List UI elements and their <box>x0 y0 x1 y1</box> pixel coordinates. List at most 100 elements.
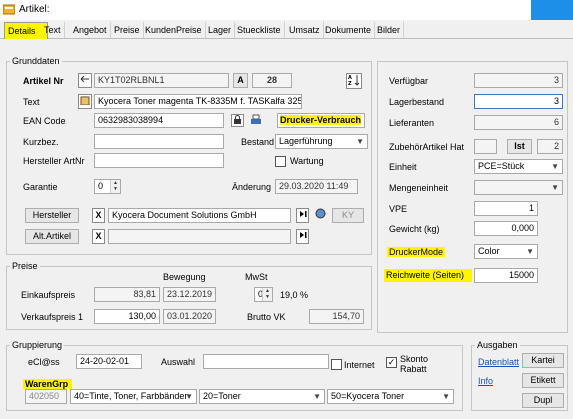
lagerbestand-field[interactable]: 3 <box>474 94 563 109</box>
reichweite-field[interactable]: 15000 <box>474 268 538 283</box>
warengrp-code-field[interactable]: 402050 <box>25 389 67 404</box>
tab-umsatz[interactable]: Umsatz <box>286 22 324 38</box>
window-title: Artikel: <box>19 4 50 15</box>
druckermode-select[interactable]: Color ▼ <box>474 244 538 259</box>
a-button[interactable]: A <box>233 73 248 88</box>
skip-forward-icon <box>299 211 306 217</box>
datenblatt-link[interactable]: Datenblatt <box>478 357 519 367</box>
verkauf-datum-field[interactable]: 03.01.2020 <box>163 309 216 324</box>
etikett-button[interactable]: Etikett <box>522 373 564 388</box>
skonto-checkbox[interactable]: ✓ <box>386 357 397 368</box>
drucker-verbrauch-field[interactable]: Drucker-Verbrauch <box>277 113 365 128</box>
einheit-label: Einheit <box>389 162 417 172</box>
chevron-down-icon: ▼ <box>551 183 559 192</box>
tab-angebot[interactable]: Angebot <box>70 22 111 38</box>
info-link[interactable]: Info <box>478 376 493 386</box>
barcode-icon[interactable] <box>231 114 244 127</box>
internet-checkbox[interactable] <box>331 359 342 370</box>
clear-hersteller-icon[interactable]: X <box>92 208 105 223</box>
sort-az-icon[interactable]: AZ <box>346 73 362 89</box>
kurzbez-field[interactable] <box>94 134 224 149</box>
verfuegbar-field[interactable]: 3 <box>474 73 563 88</box>
artikel-nr-field[interactable]: KY1T02RLBNL1 <box>94 73 229 88</box>
globe-icon[interactable] <box>314 208 327 223</box>
auswahl-field[interactable] <box>203 354 329 369</box>
tab-text[interactable]: Text <box>41 22 65 38</box>
bestand-label: Bestand <box>241 137 275 147</box>
drucker-verbrauch-text: Drucker-Verbrauch <box>280 115 362 125</box>
printer-icon[interactable] <box>249 114 262 127</box>
grunddaten-legend: Grunddaten <box>10 56 62 66</box>
chevron-down-icon: ▼ <box>526 247 534 256</box>
close-button[interactable] <box>531 0 573 20</box>
spinner-arrows-icon[interactable]: ▲ ▼ <box>262 288 272 301</box>
warengrp-select-1[interactable]: 40=Tinte, Toner, Farbbänder ▼ <box>70 389 197 404</box>
text-field[interactable]: Kyocera Toner magenta TK-8335M f. TASKal… <box>94 94 302 109</box>
garantie-value: 0 <box>98 181 104 191</box>
text-edit-icon[interactable] <box>78 94 92 109</box>
hersteller-button[interactable]: Hersteller <box>25 208 79 223</box>
artikel-nr-label: Artikel Nr <box>23 76 64 86</box>
tab-kundenpreise[interactable]: KundenPreise <box>142 22 206 38</box>
brutto-field[interactable]: 154,70 <box>309 309 364 324</box>
verkaufspreis-field[interactable]: 130,00 <box>94 309 160 324</box>
hersteller-artnr-label: Hersteller ArtNr <box>23 156 85 166</box>
spinner-arrows-icon[interactable]: ▲ ▼ <box>110 180 120 193</box>
tab-stueckliste[interactable]: Stueckliste <box>234 22 285 38</box>
internet-label: Internet <box>344 360 375 370</box>
mengeneinheit-select[interactable]: ▼ <box>474 180 563 195</box>
clear-alt-artikel-icon[interactable]: X <box>92 229 105 244</box>
tab-bilder[interactable]: Bilder <box>374 22 405 38</box>
warengrp-1-value: 40=Tinte, Toner, Farbbänder <box>74 391 188 401</box>
ist-button[interactable]: Ist <box>507 139 532 154</box>
auswahl-label: Auswahl <box>161 357 196 367</box>
mwst-percent: 19,0 % <box>280 290 309 300</box>
alt-artikel-button[interactable]: Alt.Artikel <box>25 229 79 244</box>
tab-lager[interactable]: Lager <box>205 22 236 38</box>
druckermode-value: Color <box>478 246 500 256</box>
tab-bar: Details Text Angebot Preise KundenPreise… <box>0 22 573 39</box>
text-label: Text <box>23 97 40 107</box>
lieferanten-field[interactable]: 6 <box>474 115 563 130</box>
mwst-spinner[interactable]: 0 ▲ ▼ <box>254 287 273 302</box>
verkaufspreis-label: Verkaufspreis 1 <box>21 312 84 322</box>
chevron-down-icon: ▼ <box>551 162 559 171</box>
skip-forward-icon <box>299 232 306 238</box>
gewicht-field[interactable]: 0,000 <box>474 221 538 236</box>
goto-alt-artikel-icon[interactable] <box>296 229 309 244</box>
garantie-spinner[interactable]: 0 ▲ ▼ <box>94 179 121 194</box>
alt-artikel-field[interactable] <box>108 229 291 244</box>
kurzbez-label: Kurzbez. <box>23 137 59 147</box>
hersteller-field[interactable]: Kyocera Document Solutions GmbH <box>108 208 291 223</box>
lieferanten-label: Lieferanten <box>389 118 435 128</box>
einkaufspreis-field[interactable]: 83,81 <box>94 287 160 302</box>
ean-field[interactable]: 0632983038994 <box>94 113 224 128</box>
warengrp-select-2[interactable]: 20=Toner ▼ <box>199 389 325 404</box>
hat-field[interactable] <box>474 139 497 154</box>
bestand-select[interactable]: Lagerführung ▼ <box>275 134 368 149</box>
chevron-down-icon: ▼ <box>313 392 321 401</box>
copy-icon[interactable] <box>78 73 92 88</box>
wartung-checkbox[interactable] <box>275 156 286 167</box>
hersteller-artnr-field[interactable] <box>94 153 224 168</box>
ky-button[interactable]: KY <box>332 208 364 223</box>
ist-field[interactable]: 2 <box>537 139 563 154</box>
lagerbestand-label: Lagerbestand <box>389 97 445 107</box>
dupl-button[interactable]: Dupl <box>522 393 564 408</box>
eclass-label: eCl@ss <box>28 357 60 367</box>
chevron-down-icon: ▼ <box>442 392 450 401</box>
a-value-field[interactable]: 28 <box>252 73 292 88</box>
tab-dokumente[interactable]: Dokumente <box>322 22 376 38</box>
aenderung-field[interactable]: 29.03.2020 11:49 <box>275 179 358 194</box>
warengrp-select-3[interactable]: 50=Kyocera Toner ▼ <box>327 389 454 404</box>
kartei-button[interactable]: Kartei <box>522 353 564 368</box>
tab-preise[interactable]: Preise <box>111 22 144 38</box>
verfuegbar-label: Verfügbar <box>389 76 429 86</box>
chevron-down-icon: ▼ <box>356 137 364 146</box>
einkauf-datum-field[interactable]: 23.12.2019 <box>163 287 216 302</box>
einheit-select[interactable]: PCE=Stück ▼ <box>474 159 563 174</box>
goto-hersteller-icon[interactable] <box>296 208 309 223</box>
chevron-down-icon: ▼ <box>185 392 193 401</box>
eclass-field[interactable]: 24-20-02-01 <box>76 354 142 369</box>
vpe-field[interactable]: 1 <box>474 201 538 216</box>
